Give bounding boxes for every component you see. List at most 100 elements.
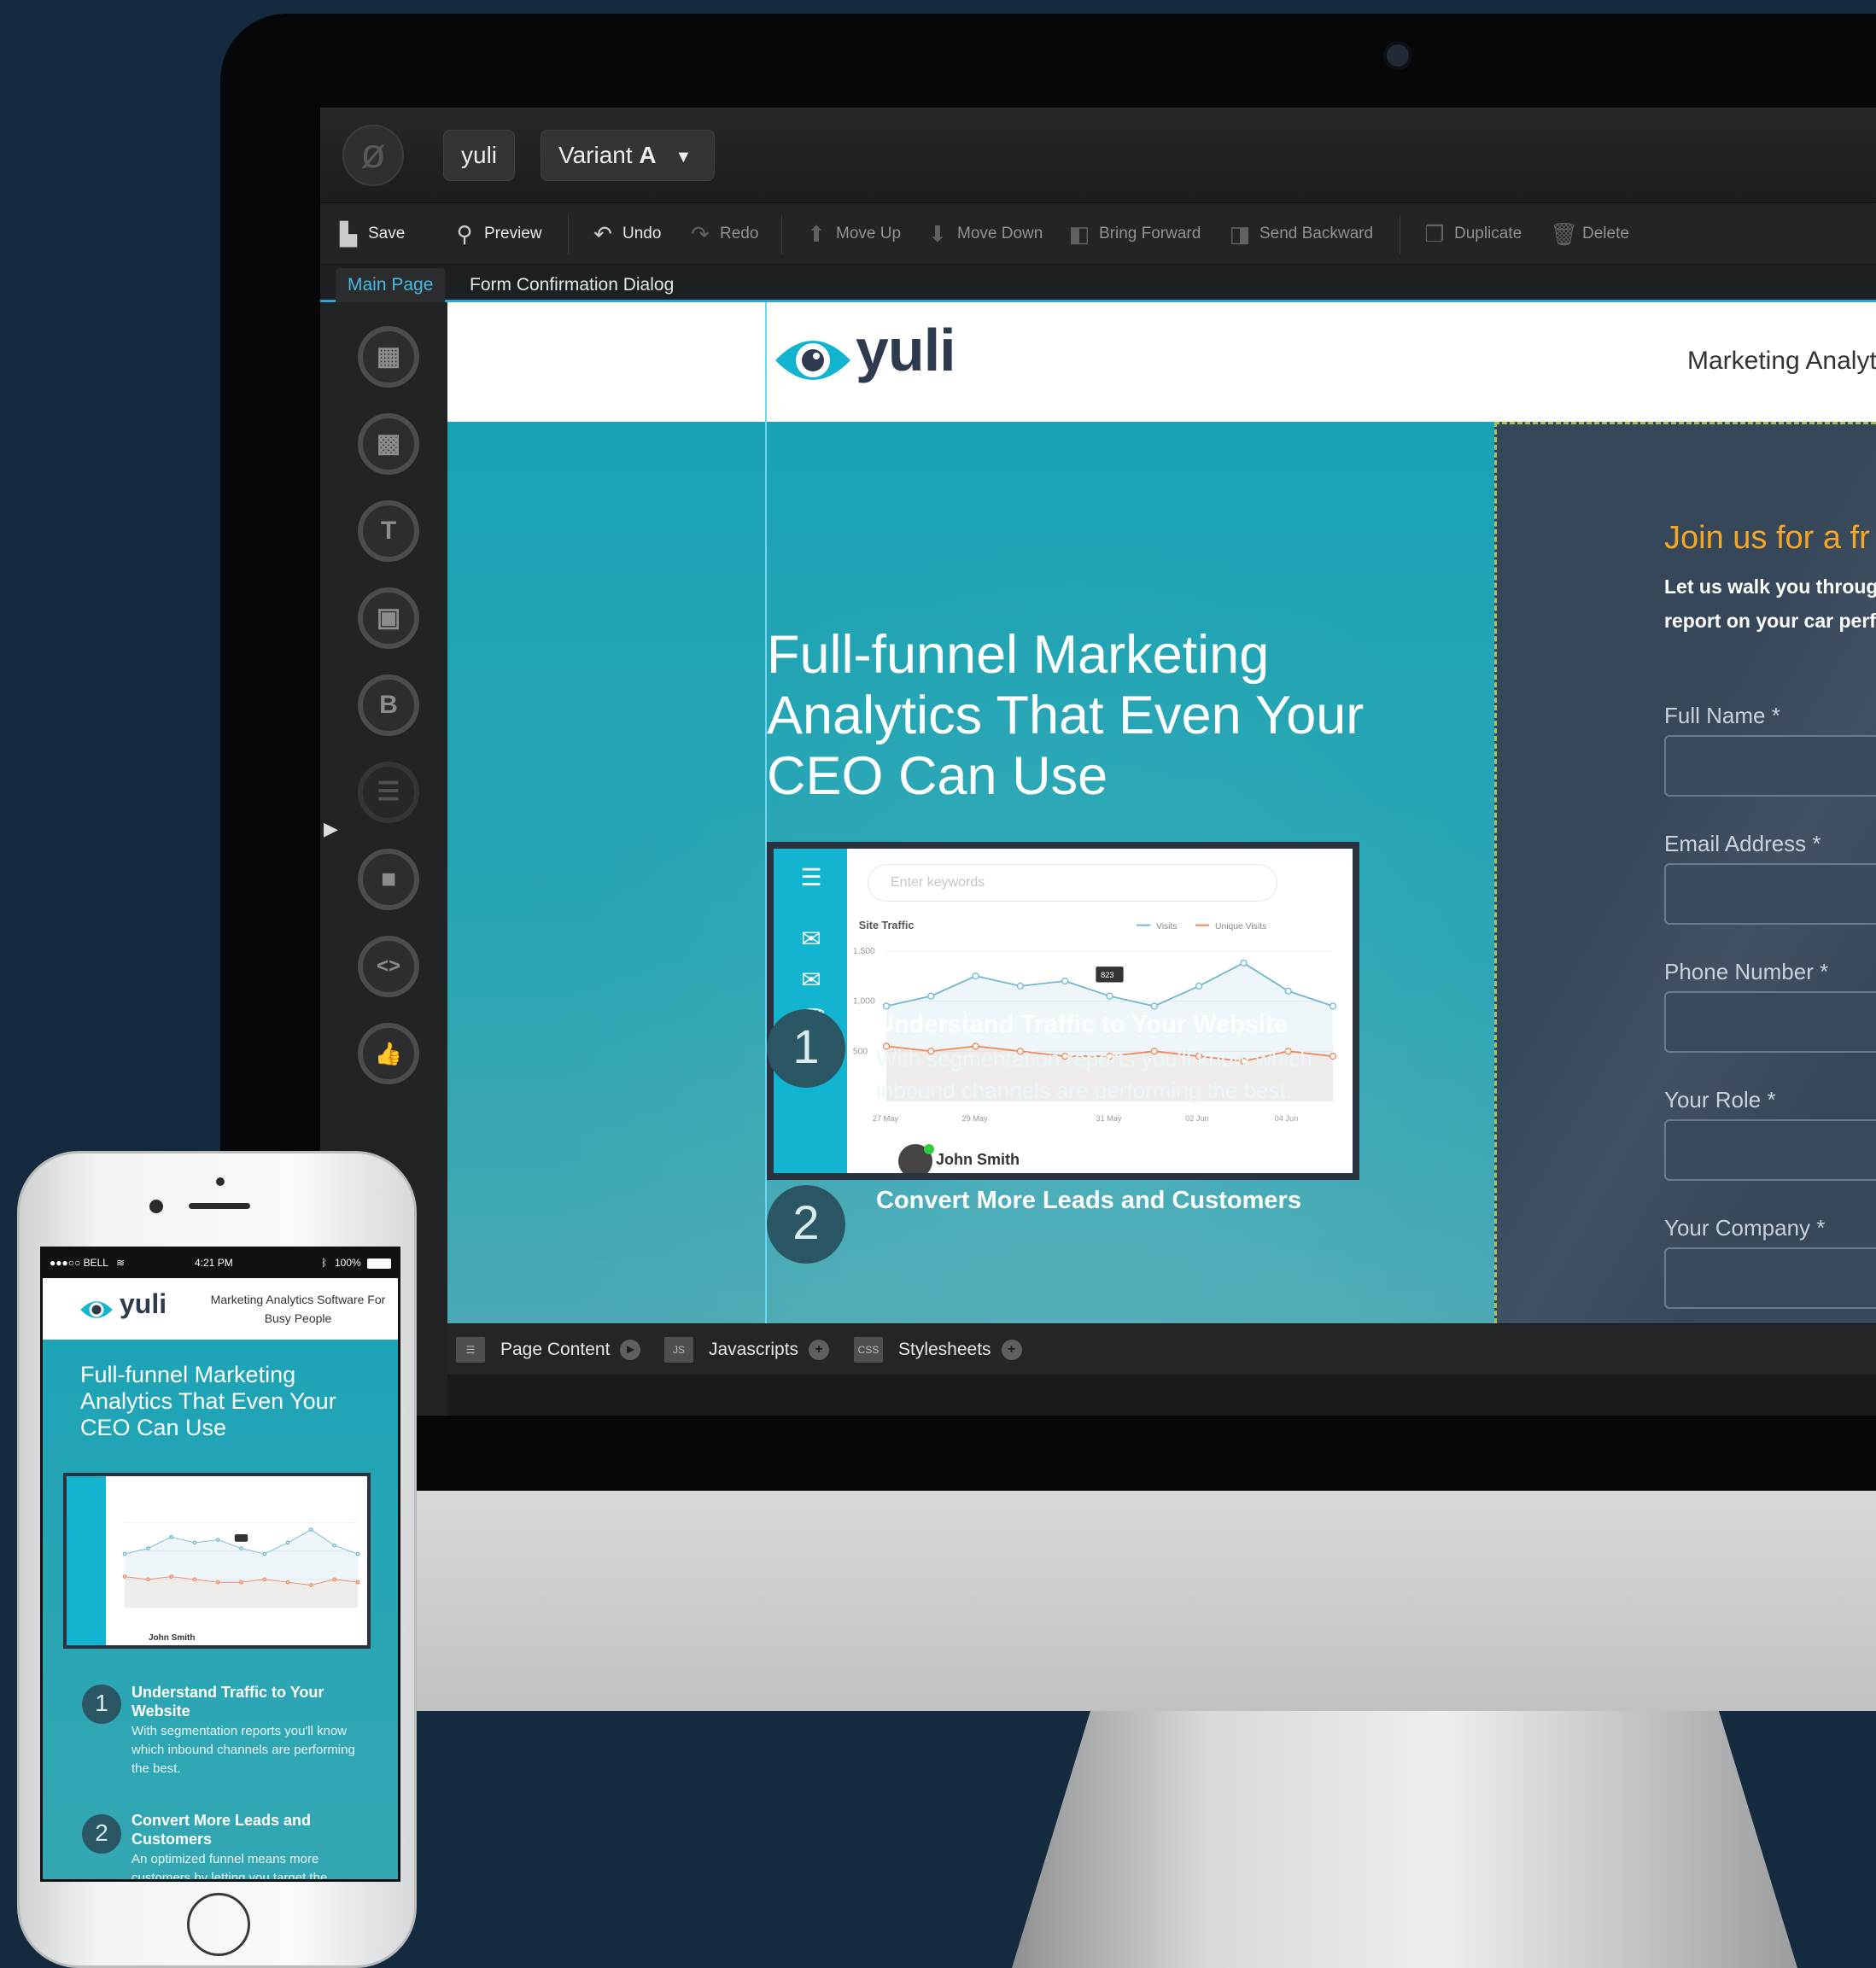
- data-point: [145, 1546, 150, 1550]
- duplicate-button[interactable]: ❐ Duplicate: [1422, 219, 1522, 249]
- data-point: [192, 1540, 197, 1545]
- email-label: Email Address *: [1664, 831, 1821, 856]
- variant-dropdown[interactable]: Variant A ▼: [541, 130, 715, 181]
- variant-label: Variant: [558, 142, 633, 168]
- data-point: [122, 1574, 127, 1579]
- play-icon: ▸: [620, 1340, 641, 1361]
- home-button[interactable]: [187, 1893, 250, 1956]
- y-tick-label: 1,500: [853, 947, 875, 956]
- add-icon: +: [1001, 1340, 1022, 1361]
- bring-forward-button[interactable]: ◧ Bring Forward: [1067, 219, 1201, 249]
- send-backward-button[interactable]: ◨ Send Backward: [1227, 219, 1373, 249]
- data-point: [355, 1580, 360, 1585]
- data-point: [215, 1538, 220, 1542]
- javascripts-button[interactable]: JS Javascripts +: [664, 1334, 830, 1365]
- header-tagline: Marketing Analyt: [1687, 347, 1876, 375]
- save-icon: ▙: [340, 220, 357, 247]
- data-point: [1329, 1002, 1337, 1010]
- duplicate-icon: ❐: [1424, 220, 1445, 247]
- feature-title: Understand Traffic to Your Website: [131, 1684, 324, 1720]
- email-field[interactable]: [1664, 863, 1876, 925]
- legend-label: Visits: [1156, 922, 1178, 931]
- text-tool-icon[interactable]: T: [358, 500, 419, 562]
- data-point: [239, 1580, 243, 1585]
- page-content-label: Page Content: [500, 1340, 611, 1359]
- tooltip: [234, 1533, 248, 1542]
- custom-html-tool-icon[interactable]: <>: [358, 936, 419, 997]
- data-point: [239, 1546, 243, 1550]
- data-point: [972, 972, 979, 980]
- menu-icon: ☰: [800, 864, 822, 891]
- form-heading: Join us for a fr: [1664, 520, 1870, 556]
- data-point: [285, 1540, 290, 1545]
- box-tool-icon[interactable]: ▩: [358, 413, 419, 475]
- tab-main-page[interactable]: Main Page: [336, 268, 446, 302]
- dashboard-sidebar: [67, 1476, 106, 1645]
- bring-forward-label: Bring Forward: [1099, 225, 1201, 242]
- phone-label: Phone Number *: [1664, 959, 1829, 984]
- delete-button[interactable]: 🗑 Delete: [1550, 219, 1629, 249]
- mail-open-icon: ✉: [801, 966, 821, 993]
- search-icon: ⚲: [456, 220, 473, 247]
- page-name-button[interactable]: yuli: [443, 130, 516, 181]
- x-tick-label: 29 May: [962, 1114, 989, 1123]
- data-point: [262, 1551, 267, 1556]
- feature-title: Convert More Leads and Customers: [131, 1812, 312, 1848]
- site-traffic-chart: [122, 1522, 360, 1608]
- page-canvas[interactable]: yuli Marketing Analyt Full-funnel Market…: [447, 302, 1876, 1323]
- feature-body[interactable]: With segmentation reports you'll know wh…: [876, 1043, 1354, 1107]
- social-widget-tool-icon[interactable]: 👍: [358, 1023, 419, 1084]
- video-tool-icon[interactable]: ■: [358, 849, 419, 910]
- battery-icon: [367, 1258, 391, 1269]
- legend-label: Unique Visits: [1215, 922, 1266, 931]
- form-tool-icon[interactable]: ☰: [358, 762, 419, 823]
- js-file-icon: JS: [664, 1337, 693, 1364]
- data-point: [882, 1002, 891, 1010]
- move-up-button[interactable]: ⬆ Move Up: [804, 219, 901, 249]
- data-point: [1240, 959, 1248, 967]
- form-panel[interactable]: Join us for a fr Let us walk you throug …: [1494, 422, 1876, 1323]
- hero-headline[interactable]: Full-funnel Marketing Analytics That Eve…: [767, 625, 1416, 807]
- alignment-guide: [765, 302, 767, 1323]
- redo-button[interactable]: ↷ Redo: [687, 219, 758, 249]
- phone-field[interactable]: [1664, 991, 1876, 1053]
- data-point: [169, 1534, 173, 1539]
- dashboard-screenshot: John Smith: [63, 1473, 371, 1649]
- page-tabs: Main Page Form Confirmation Dialog: [320, 265, 1876, 302]
- feature-title[interactable]: Understand Traffic to Your Website: [876, 1011, 1288, 1039]
- dashboard-search-input: Enter keywords: [868, 864, 1277, 902]
- editor-topbar: ø yuli Variant A ▼: [320, 108, 1876, 203]
- full-name-label: Full Name *: [1664, 703, 1780, 728]
- feature-number: 1: [82, 1685, 121, 1724]
- feature-title[interactable]: Convert More Leads and Customers: [876, 1187, 1301, 1215]
- duplicate-label: Duplicate: [1454, 225, 1522, 242]
- carrier-signal: ●●●○○ BELL: [50, 1257, 108, 1269]
- tab-form-confirmation-dialog[interactable]: Form Confirmation Dialog: [458, 268, 686, 302]
- chevron-down-icon: ▼: [675, 147, 693, 166]
- proximity-sensor: [216, 1177, 225, 1186]
- role-field[interactable]: [1664, 1119, 1876, 1181]
- undo-label: Undo: [622, 225, 662, 242]
- x-tick-label: 27 May: [873, 1114, 899, 1123]
- css-file-icon: CSS: [854, 1337, 883, 1364]
- iphone: ●●●○○ BELL ≋ 4:21 PM ᛒ 100% yuli Marketi…: [17, 1151, 417, 1968]
- preview-button[interactable]: ⚲ Preview: [452, 219, 541, 249]
- company-label: Your Company *: [1664, 1215, 1826, 1241]
- move-down-button[interactable]: ⬇ Move Down: [925, 219, 1043, 249]
- page-content-button[interactable]: ☰ Page Content ▸: [456, 1334, 641, 1365]
- button-tool-icon[interactable]: B: [358, 674, 419, 736]
- expand-panel-icon[interactable]: ▶: [324, 818, 338, 840]
- image-tool-icon[interactable]: ▣: [358, 587, 419, 649]
- chart-title: Site Traffic: [859, 920, 915, 931]
- save-button[interactable]: ▙ Save: [336, 219, 405, 249]
- company-field[interactable]: [1664, 1247, 1876, 1309]
- full-name-field[interactable]: [1664, 735, 1876, 797]
- stylesheets-button[interactable]: CSS Stylesheets +: [854, 1334, 1022, 1365]
- section-tool-icon[interactable]: ▦: [358, 326, 419, 388]
- send-backward-label: Send Backward: [1259, 225, 1374, 242]
- undo-button[interactable]: ↶ Undo: [590, 219, 661, 249]
- data-point: [927, 992, 935, 1000]
- data-point: [145, 1577, 150, 1582]
- tooltip-label: 823: [1101, 971, 1113, 979]
- app-logo-icon[interactable]: ø: [342, 125, 404, 186]
